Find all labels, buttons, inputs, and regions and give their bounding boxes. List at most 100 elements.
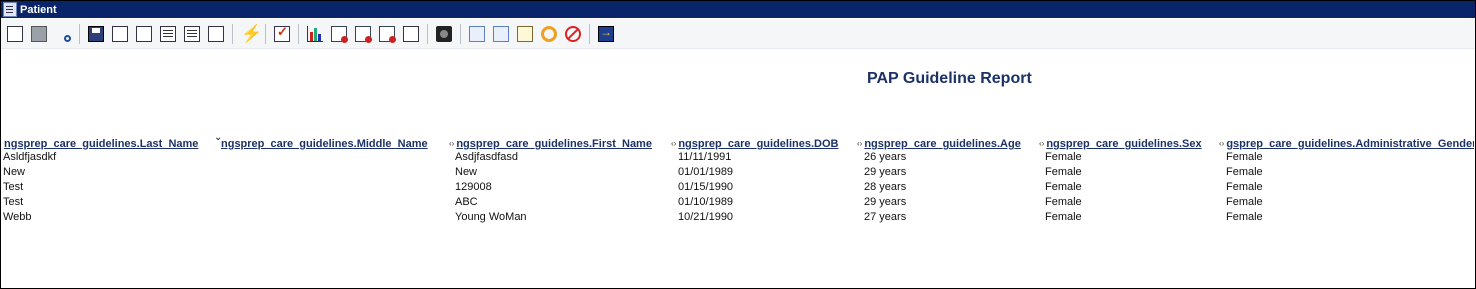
checklist-icon	[274, 24, 290, 42]
bar-chart-button[interactable]	[305, 24, 325, 44]
note-icon	[517, 25, 533, 42]
report-button[interactable]	[329, 24, 349, 44]
download-icon	[403, 25, 419, 42]
report-run-button[interactable]	[377, 24, 397, 44]
copy-icon	[7, 25, 23, 42]
table-cell: Female	[1226, 166, 1263, 178]
column-header-label: ngsprep_care_guidelines.Middle_Name	[221, 138, 428, 150]
table-cell: Test	[3, 181, 24, 193]
print-preview-icon	[55, 26, 71, 42]
sort-icon: ‹›	[1039, 139, 1045, 148]
toolbar-separator	[265, 23, 266, 44]
copy-button[interactable]	[5, 24, 25, 44]
table-cell: Test	[3, 196, 24, 208]
table-cell: 10/21/1990	[678, 211, 734, 223]
recycle-icon	[541, 25, 557, 42]
table-cell: 29 years	[864, 196, 907, 208]
folder-button[interactable]	[491, 24, 511, 44]
sort-icon: ‹›	[671, 139, 677, 148]
folder-icon	[493, 25, 509, 42]
table-cell: Asdjfasdfasd	[455, 151, 518, 163]
export-icon	[112, 25, 128, 42]
camera-icon	[436, 25, 452, 42]
patient-window: Patient ⚡ PAP Guideline Report ⌄ ngsprep…	[0, 0, 1476, 289]
table-cell: 01/01/1989	[678, 166, 734, 178]
brush-button[interactable]	[206, 24, 226, 44]
save-icon	[88, 25, 104, 42]
print-preview-button[interactable]	[53, 24, 73, 44]
toolbar-separator	[79, 23, 80, 44]
window-title: Patient	[20, 3, 57, 16]
report-title: PAP Guideline Report	[867, 70, 1032, 87]
window-icon	[3, 2, 17, 17]
table-cell: 26 years	[864, 151, 907, 163]
camera-button[interactable]	[434, 24, 454, 44]
column-header-label: ngsprep_care_guidelines.DOB	[678, 138, 839, 150]
table-cell: Female	[1226, 181, 1263, 193]
table-cell	[221, 150, 436, 165]
lightning-button[interactable]: ⚡	[239, 23, 263, 44]
table-cell: Female	[1226, 151, 1263, 163]
toolbar: ⚡	[1, 19, 1475, 49]
table-cell: 29 years	[864, 166, 907, 178]
report-edit-button[interactable]	[353, 24, 373, 44]
table-cell	[221, 195, 436, 210]
list-button[interactable]	[158, 24, 178, 44]
report-run-icon	[379, 25, 396, 43]
cancel-button[interactable]	[563, 24, 583, 44]
table-cell: Asldfjasdkf	[3, 151, 57, 163]
sort-icon: ‹›	[449, 139, 455, 148]
note-button[interactable]	[515, 24, 535, 44]
column-header-label: ngsprep_care_guidelines.Sex	[1046, 138, 1202, 150]
table-cell: 11/11/1991	[678, 151, 732, 163]
print-button[interactable]	[29, 24, 49, 44]
checklist-button[interactable]	[272, 24, 292, 44]
bar-chart-icon	[307, 25, 323, 42]
table-cell: 01/10/1989	[678, 196, 734, 208]
tree-button[interactable]	[134, 24, 154, 44]
recycle-button[interactable]	[539, 24, 559, 44]
toolbar-separator	[298, 23, 299, 44]
table-cell: Female	[1045, 181, 1082, 193]
toolbar-separator	[460, 23, 461, 44]
table-cell	[221, 180, 436, 195]
report-icon	[331, 25, 348, 43]
table-cell: Female	[1045, 211, 1082, 223]
toolbar-separator	[232, 23, 233, 44]
exit-icon	[598, 25, 614, 42]
table-cell: Female	[1226, 196, 1263, 208]
table-cell: 129008	[455, 181, 492, 193]
table-cell: Webb	[3, 211, 32, 223]
exit-button[interactable]	[596, 24, 616, 44]
field-button[interactable]	[182, 24, 202, 44]
table-cell: Female	[1045, 151, 1082, 163]
save-button[interactable]	[86, 24, 106, 44]
table-cell: 01/15/1990	[678, 181, 734, 193]
sort-icon: ‹›	[1219, 139, 1225, 148]
toolbar-separator	[589, 23, 590, 44]
table-cell: 28 years	[864, 181, 907, 193]
table-cell: ABC	[455, 196, 478, 208]
table-cell	[221, 165, 436, 180]
toolbar-separator	[427, 23, 428, 44]
tree-icon	[136, 25, 152, 42]
lightning-icon: ⚡	[241, 23, 263, 43]
cancel-icon	[565, 25, 581, 42]
column-header-label: ngsprep_care_guidelines.Last_Name	[4, 138, 199, 150]
table-cell: Female	[1045, 196, 1082, 208]
print-icon	[31, 25, 47, 42]
brush-icon	[208, 25, 224, 42]
table-cell: Young WoMan	[455, 211, 527, 223]
document-icon	[469, 25, 485, 42]
document-button[interactable]	[467, 24, 487, 44]
title-bar: Patient	[1, 1, 1475, 18]
field-icon	[184, 25, 200, 42]
sort-icon: ‹›	[857, 139, 863, 148]
table-cell: New	[3, 166, 26, 178]
report-edit-icon	[355, 25, 372, 43]
table-cell: 27 years	[864, 211, 907, 223]
export-button[interactable]	[110, 24, 130, 44]
table-cell: Female	[1045, 166, 1082, 178]
download-button[interactable]	[401, 24, 421, 44]
list-icon	[160, 25, 176, 42]
